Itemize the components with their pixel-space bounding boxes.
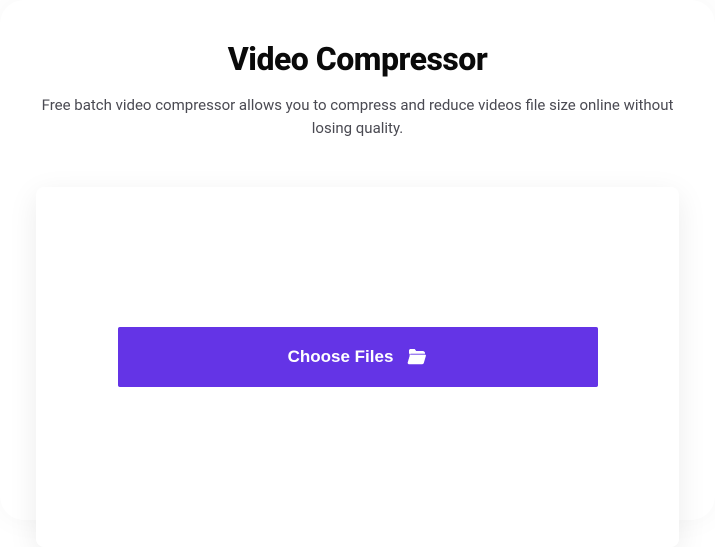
- upload-card: Choose Files: [36, 187, 679, 547]
- page-title: Video Compressor: [36, 40, 679, 78]
- page-subtitle: Free batch video compressor allows you t…: [38, 94, 678, 139]
- choose-files-label: Choose Files: [288, 347, 394, 367]
- main-container: Video Compressor Free batch video compre…: [0, 0, 715, 520]
- folder-open-icon: [407, 349, 427, 365]
- choose-files-button[interactable]: Choose Files: [118, 327, 598, 387]
